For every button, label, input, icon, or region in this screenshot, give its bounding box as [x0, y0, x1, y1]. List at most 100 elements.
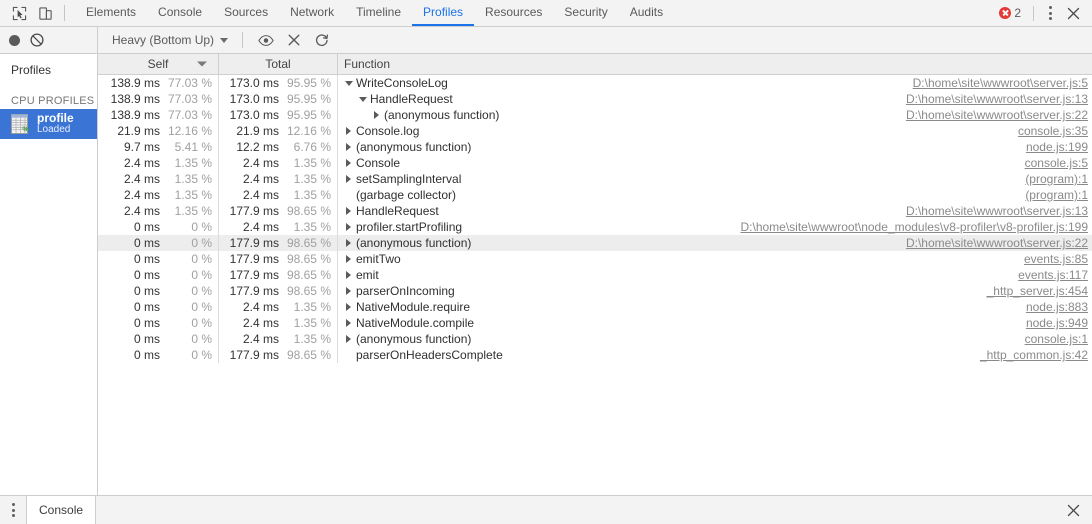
inspect-element-icon[interactable] [6, 0, 32, 26]
self-time: 0 ms [133, 332, 160, 346]
table-row[interactable]: 2.4 ms 1.35 % 2.4 ms 1.35 % setSamplingInter… [98, 171, 1092, 187]
source-location-link[interactable]: node.js:199 [1014, 140, 1088, 154]
tab-audits[interactable]: Audits [619, 0, 674, 26]
total-time: 177.9 ms [229, 252, 279, 266]
source-location-link[interactable]: (program):1 [1013, 188, 1088, 202]
source-location-link[interactable]: _http_common.js:42 [968, 348, 1088, 362]
exclude-selected-function-icon[interactable] [281, 28, 307, 52]
collapsed-triangle-icon[interactable] [343, 335, 354, 343]
source-location-link[interactable]: _http_server.js:454 [975, 284, 1088, 298]
table-row[interactable]: 0 ms 0 % 2.4 ms 1.35 % (anonymous function) c… [98, 331, 1092, 347]
source-location-link[interactable]: node.js:949 [1014, 316, 1088, 330]
cell-function: HandleRequest D:\home\site\wwwroot\server… [338, 204, 1092, 218]
collapsed-triangle-icon[interactable] [371, 111, 382, 119]
error-count-badge[interactable]: 2 [993, 6, 1027, 20]
tab-profiles[interactable]: Profiles [412, 0, 475, 26]
function-name: parserOnHeadersComplete [356, 348, 503, 362]
collapsed-triangle-icon[interactable] [343, 207, 354, 215]
table-row[interactable]: 0 ms 0 % 177.9 ms 98.65 % parserOnHeadersCom… [98, 347, 1092, 363]
tab-security[interactable]: Security [553, 0, 618, 26]
source-location-link[interactable]: node.js:883 [1014, 300, 1088, 314]
main-menu-kebab-icon[interactable] [1040, 1, 1060, 25]
collapsed-triangle-icon[interactable] [343, 159, 354, 167]
table-row[interactable]: 138.9 ms 77.03 % 173.0 ms 95.95 % HandleRequ… [98, 91, 1092, 107]
cell-function: NativeModule.compile node.js:949 [338, 316, 1092, 330]
close-devtools-icon[interactable] [1060, 1, 1086, 25]
function-name: NativeModule.compile [356, 316, 475, 330]
table-row[interactable]: 9.7 ms 5.41 % 12.2 ms 6.76 % (anonymous func… [98, 139, 1092, 155]
collapsed-triangle-icon[interactable] [343, 223, 354, 231]
record-button[interactable] [9, 34, 20, 46]
expanded-triangle-icon[interactable] [343, 80, 354, 86]
source-location-link[interactable]: console.js:1 [1013, 332, 1088, 346]
table-row[interactable]: 0 ms 0 % 177.9 ms 98.65 % (anonymous functio… [98, 235, 1092, 251]
source-location-link[interactable]: D:\home\site\wwwroot\server.js:22 [894, 108, 1088, 122]
expanded-triangle-icon[interactable] [357, 96, 368, 102]
collapsed-triangle-icon[interactable] [343, 175, 354, 183]
self-time: 0 ms [133, 220, 160, 234]
source-location-link[interactable]: events.js:117 [1006, 268, 1088, 282]
table-row[interactable]: 0 ms 0 % 177.9 ms 98.65 % emitTwo events.js:8… [98, 251, 1092, 267]
table-row[interactable]: 0 ms 0 % 177.9 ms 98.65 % parserOnIncoming _h… [98, 283, 1092, 299]
total-time: 173.0 ms [229, 76, 279, 90]
collapsed-triangle-icon[interactable] [343, 127, 354, 135]
column-header-self[interactable]: Self [98, 54, 219, 74]
close-drawer-icon[interactable] [1060, 498, 1086, 522]
tab-console[interactable]: Console [147, 0, 213, 26]
sidebar-item-profile[interactable]: % profile Loaded [0, 109, 97, 139]
cell-total: 2.4 ms 1.35 % [219, 219, 338, 235]
table-row[interactable]: 0 ms 0 % 2.4 ms 1.35 % profiler.startProfili… [98, 219, 1092, 235]
source-location-link[interactable]: D:\home\site\wwwroot\server.js:5 [901, 76, 1088, 90]
self-time: 0 ms [133, 284, 160, 298]
collapsed-triangle-icon[interactable] [343, 239, 354, 247]
cell-function: (anonymous function) D:\home\site\wwwroot… [338, 236, 1092, 250]
table-row[interactable]: 138.9 ms 77.03 % 173.0 ms 95.95 % WriteConso… [98, 75, 1092, 91]
cell-function: profiler.startProfiling D:\home\site\wwwr… [338, 220, 1092, 234]
source-location-link[interactable]: (program):1 [1013, 172, 1088, 186]
self-percent: 0 % [191, 236, 212, 250]
column-header-function[interactable]: Function [338, 54, 1092, 74]
cell-self: 9.7 ms 5.41 % [98, 139, 219, 155]
device-toolbar-icon[interactable] [32, 0, 58, 26]
table-row[interactable]: 0 ms 0 % 177.9 ms 98.65 % emit events.js:117 [98, 267, 1092, 283]
tab-network[interactable]: Network [279, 0, 345, 26]
source-location-link[interactable]: D:\home\site\wwwroot\server.js:13 [894, 92, 1088, 106]
clear-all-profiles-icon[interactable] [30, 33, 44, 47]
table-row[interactable]: 138.9 ms 77.03 % 173.0 ms 95.95 % (anonymous… [98, 107, 1092, 123]
view-mode-select[interactable]: Heavy (Bottom Up) [108, 31, 232, 49]
self-percent: 1.35 % [174, 156, 212, 170]
drawer-tab-console[interactable]: Console [26, 496, 97, 524]
tab-elements[interactable]: Elements [75, 0, 147, 26]
source-location-link[interactable]: D:\home\site\wwwroot\server.js:22 [894, 236, 1088, 250]
column-header-total[interactable]: Total [219, 54, 338, 74]
table-row[interactable]: 0 ms 0 % 2.4 ms 1.35 % NativeModule.require n… [98, 299, 1092, 315]
focus-selected-function-icon[interactable] [253, 28, 279, 52]
self-time: 2.4 ms [123, 204, 160, 218]
table-row[interactable]: 2.4 ms 1.35 % 177.9 ms 98.65 % HandleRequest… [98, 203, 1092, 219]
source-location-link[interactable]: events.js:85 [1012, 252, 1088, 266]
tab-timeline[interactable]: Timeline [345, 0, 412, 26]
tab-sources[interactable]: Sources [213, 0, 279, 26]
tab-label: Audits [629, 5, 664, 19]
source-location-link[interactable]: console.js:5 [1013, 156, 1088, 170]
collapsed-triangle-icon[interactable] [343, 319, 354, 327]
restore-all-functions-icon[interactable] [309, 28, 335, 52]
tab-resources[interactable]: Resources [474, 0, 553, 26]
collapsed-triangle-icon[interactable] [343, 271, 354, 279]
collapsed-triangle-icon[interactable] [343, 287, 354, 295]
collapsed-triangle-icon[interactable] [343, 303, 354, 311]
source-location-link[interactable]: console.js:35 [1006, 124, 1088, 138]
source-location-link[interactable]: D:\home\site\wwwroot\node_modules\v8-pro… [729, 220, 1089, 234]
table-row[interactable]: 21.9 ms 12.16 % 21.9 ms 12.16 % Console.log c… [98, 123, 1092, 139]
cell-self: 2.4 ms 1.35 % [98, 155, 219, 171]
source-location-link[interactable]: D:\home\site\wwwroot\server.js:13 [894, 204, 1088, 218]
self-percent: 0 % [191, 332, 212, 346]
drawer-menu-kebab-icon[interactable] [0, 496, 26, 524]
collapsed-triangle-icon[interactable] [343, 143, 354, 151]
table-row[interactable]: 2.4 ms 1.35 % 2.4 ms 1.35 % (garbage collect… [98, 187, 1092, 203]
collapsed-triangle-icon[interactable] [343, 255, 354, 263]
table-row[interactable]: 2.4 ms 1.35 % 2.4 ms 1.35 % Console console.j… [98, 155, 1092, 171]
table-row[interactable]: 0 ms 0 % 2.4 ms 1.35 % NativeModule.compile n… [98, 315, 1092, 331]
cell-function: setSamplingInterval (program):1 [338, 172, 1092, 186]
cell-function: emitTwo events.js:85 [338, 252, 1092, 266]
